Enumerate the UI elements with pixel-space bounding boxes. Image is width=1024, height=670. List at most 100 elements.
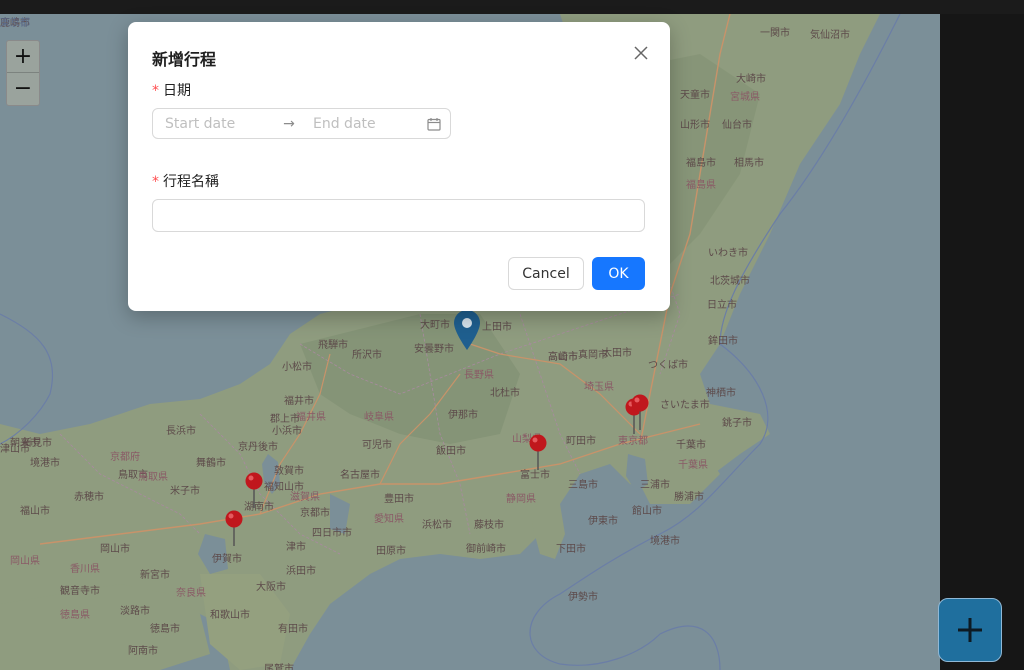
map-place-label: 町田市 [566, 436, 596, 447]
map-place-label: 三島市 [568, 480, 598, 491]
map-place-label: 山形市 [680, 120, 710, 131]
map-place-label: 東京都 [0, 18, 30, 29]
map-place-label: 境港市 [30, 458, 60, 469]
map-place-label: 岡山県 [10, 556, 40, 567]
map-place-label: 銚子市 [722, 418, 752, 429]
map-place-label: 赤穂市 [74, 492, 104, 503]
map-place-label: 福井市 [284, 396, 314, 407]
map-place-label: 天童市 [680, 90, 710, 101]
map-place-label: 尾鷲市 [264, 664, 294, 670]
zoom-out-button[interactable]: − [7, 72, 39, 104]
map-place-label: 北茨城市 [710, 276, 750, 287]
map-place-label: 新宮市 [140, 570, 170, 581]
map-place-label: 大阪市 [256, 582, 286, 593]
map-place-label: 鉾田市 [708, 336, 738, 347]
map-place-label: 一関市 [760, 28, 790, 39]
map-place-label: 有田市 [278, 624, 308, 635]
map-place-label: 福島市 [686, 158, 716, 169]
plus-icon [958, 618, 982, 642]
map-place-label: 御前崎市 [466, 544, 506, 555]
pushpin-icon [245, 472, 263, 508]
map-place-label: 伊東市 [588, 516, 618, 527]
zoom-in-button[interactable]: + [7, 41, 39, 72]
map-place-label: 福山市 [20, 506, 50, 517]
map-place-label: 相馬市 [734, 158, 764, 169]
pushpin-icon [225, 510, 243, 546]
map-place-label: 鳥取県 [138, 472, 168, 483]
map-place-label: つくば市 [648, 360, 688, 371]
range-arrow-icon: → [283, 115, 295, 132]
date-label: 日期 [163, 83, 191, 99]
right-panel [940, 14, 1024, 670]
map-place-label: 東京都 [618, 436, 648, 447]
map-place-label: 飯田市 [436, 446, 466, 457]
map-place-label: 静岡県 [506, 494, 536, 505]
map-place-label: 敦賀市 [274, 466, 304, 477]
map-place-label: 名古屋市 [340, 470, 380, 481]
dialog-title: 新增行程 [152, 50, 217, 69]
map-place-label: 豊田市 [384, 494, 414, 505]
new-trip-dialog: 新增行程 * 日期 Start date → End date * 行程名稱 Can… [128, 22, 670, 311]
map-place-label: 埼玉県 [584, 382, 614, 393]
map-place-label: 伊勢市 [568, 592, 598, 603]
trip-name-label: 行程名稱 [163, 174, 219, 190]
map-place-label: 愛知県 [374, 514, 404, 525]
map-place-label: 三浦市 [640, 480, 670, 491]
map-place-label: 京都市 [300, 508, 330, 519]
map-place-label: 千葉県 [678, 460, 708, 471]
map-place-label: 香川県 [70, 564, 100, 575]
map-place-label: 津市 [286, 542, 306, 553]
map-place-label: 岡山市 [100, 544, 130, 555]
map-place-label: 日立市 [707, 300, 737, 311]
map-place-label: 館山市 [632, 506, 662, 517]
map-place-label: 気仙沼市 [810, 30, 850, 41]
map-place-label: 藤枝市 [474, 520, 504, 531]
date-range-picker[interactable]: Start date → End date [152, 108, 451, 139]
map-place-label: 新見市 [22, 438, 52, 449]
map-place-label: 勝浦市 [674, 492, 704, 503]
date-label-row: * 日期 [152, 80, 191, 100]
map-place-label: 境港市 [650, 536, 680, 547]
map-place-label: 千葉市 [676, 440, 706, 451]
close-icon[interactable] [628, 40, 654, 66]
pushpin-icon [529, 434, 547, 470]
map-marker-icon [454, 310, 480, 350]
required-mark: * [152, 83, 159, 99]
end-date-input[interactable]: End date [313, 116, 423, 132]
map-place-label: 舞鶴市 [196, 458, 226, 469]
map-place-label: 小松市 [282, 362, 312, 373]
map-place-label: 和歌山市 [210, 610, 250, 621]
map-place-label: 大崎市 [736, 74, 766, 85]
ok-button[interactable]: OK [592, 257, 645, 290]
map-place-label: 可児市 [362, 440, 392, 451]
map-place-label: 京都府 [110, 452, 140, 463]
map-place-label: 真岡市 [578, 350, 608, 361]
map-place-label: 淡路市 [120, 606, 150, 617]
map-place-label: 浜松市 [422, 520, 452, 531]
map-place-label: 下田市 [556, 544, 586, 555]
trip-name-input[interactable] [152, 199, 645, 232]
map-place-label: 福島県 [686, 180, 716, 191]
map-place-label: 四日市市 [312, 528, 352, 539]
map-place-label: 岐阜県 [364, 412, 394, 423]
map-place-label: 飛騨市 [318, 340, 348, 351]
map-place-label: 米子市 [170, 486, 200, 497]
map-place-label: 観音寺市 [60, 586, 100, 597]
map-place-label: 安曇野市 [414, 344, 454, 355]
zoom-control: + − [6, 40, 40, 106]
cancel-button[interactable]: Cancel [508, 257, 584, 290]
map-place-label: 福井県 [296, 412, 326, 423]
required-mark: * [152, 174, 159, 190]
calendar-icon [427, 117, 441, 131]
pushpin-icon [631, 394, 649, 430]
add-button[interactable] [938, 598, 1002, 662]
map-place-label: 伊那市 [448, 410, 478, 421]
map-place-label: 伊賀市 [212, 554, 242, 565]
map-place-label: 長浜市 [166, 426, 196, 437]
map-place-label: 阿南市 [128, 646, 158, 657]
map-place-label: 大町市 [420, 320, 450, 331]
start-date-input[interactable]: Start date [165, 116, 277, 132]
map-place-label: 浜田市 [286, 566, 316, 577]
map-place-label: いわき市 [708, 248, 748, 259]
map-place-label: 仙台市 [722, 120, 752, 131]
